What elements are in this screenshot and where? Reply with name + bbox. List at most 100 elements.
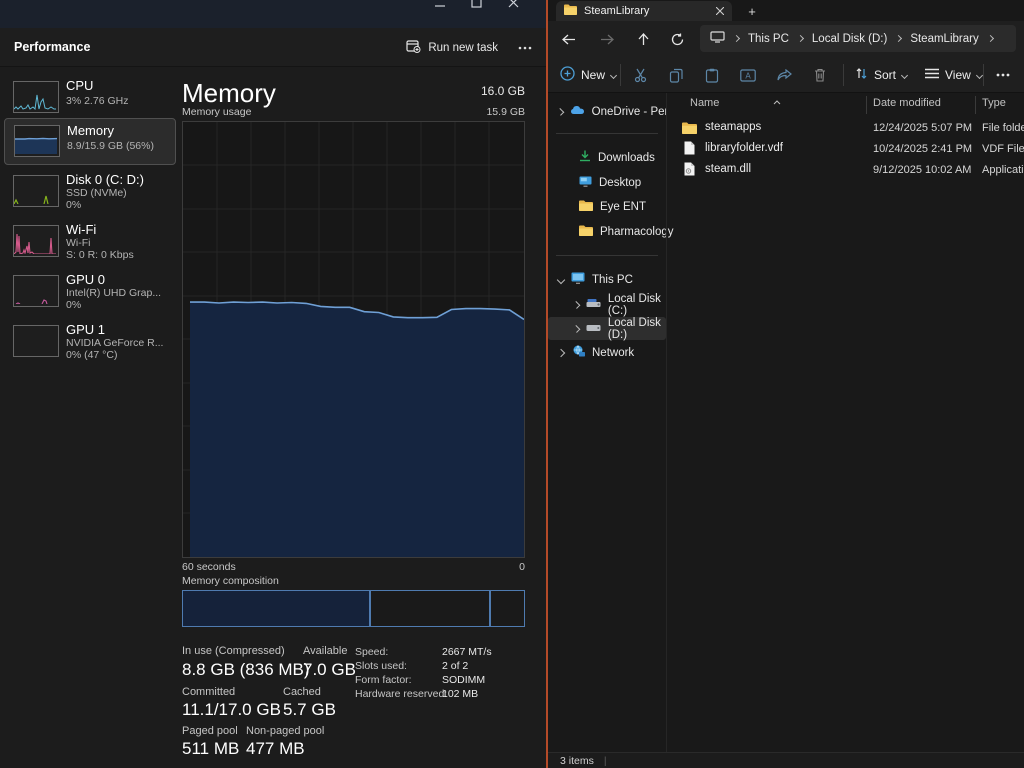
nav-item-this-pc[interactable]: This PC — [550, 268, 666, 291]
sidebar-item-disk0[interactable]: Disk 0 (C: D:) SSD (NVMe) 0% — [4, 168, 174, 213]
pane-divider[interactable] — [666, 93, 667, 752]
sidebar-item-wifi[interactable]: Wi-Fi Wi-Fi S: 0 R: 0 Kbps — [4, 218, 174, 263]
tab-close-icon[interactable] — [716, 2, 724, 20]
sidebar-item-gpu0[interactable]: GPU 0 Intel(R) UHD Grap... 0% — [4, 268, 174, 313]
memory-usage-max: 15.9 GB — [182, 106, 525, 118]
share-icon[interactable] — [771, 63, 797, 87]
toolbar-more-icon[interactable] — [990, 63, 1016, 87]
memory-usage-graph — [182, 121, 525, 558]
new-button-label: New — [581, 68, 605, 82]
maximize-icon[interactable] — [461, 0, 491, 11]
dll-file-icon — [684, 162, 695, 181]
run-new-task-label: Run new task — [428, 42, 498, 54]
graph-time-right: 0 — [182, 561, 525, 573]
nav-item-desktop[interactable]: Desktop — [550, 171, 666, 194]
cached-value: 5.7 GB — [283, 700, 336, 720]
sort-button[interactable]: Sort — [855, 62, 907, 88]
nav-local-disk-c-label: Local Disk (C:) — [608, 293, 666, 317]
speed-value: 2667 MT/s — [442, 646, 492, 658]
breadcrumb-separator-icon — [797, 35, 804, 42]
composition-inuse-segment[interactable] — [183, 591, 371, 626]
forward-icon[interactable] — [594, 28, 620, 50]
back-icon[interactable] — [556, 28, 582, 50]
nav-item-pharmacology[interactable]: Pharmacology — [550, 220, 666, 243]
sort-dropdown-icon — [901, 71, 908, 78]
toolbar-divider — [843, 64, 844, 86]
explorer-tab[interactable]: SteamLibrary — [556, 1, 732, 21]
file-icon — [684, 141, 695, 160]
new-tab-icon[interactable]: + — [742, 2, 762, 20]
nav-item-onedrive[interactable]: OneDrive - Persona — [550, 100, 666, 123]
file-date: 12/24/2025 5:07 PM — [873, 122, 972, 134]
nav-item-eye-ent[interactable]: Eye ENT — [550, 195, 666, 218]
nav-eye-ent-label: Eye ENT — [600, 201, 646, 213]
nav-item-network[interactable]: Network — [550, 341, 666, 364]
chevron-right-icon — [573, 301, 581, 309]
more-options-icon[interactable] — [514, 38, 536, 58]
memory-composition-label: Memory composition — [182, 575, 279, 587]
sidebar-wifi-sub: Wi-Fi — [66, 237, 91, 249]
sidebar-item-cpu[interactable]: CPU 3% 2.76 GHz — [4, 74, 174, 119]
tab-title: SteamLibrary — [584, 5, 709, 17]
hwreserved-value: 102 MB — [442, 688, 478, 700]
nav-divider — [556, 255, 658, 256]
refresh-icon[interactable] — [664, 28, 690, 50]
breadcrumb-steamlibrary[interactable]: SteamLibrary — [910, 33, 978, 45]
composition-free-segment[interactable] — [491, 591, 524, 626]
nav-item-downloads[interactable]: Downloads — [550, 146, 666, 169]
drive-c-icon — [586, 298, 601, 311]
nav-pharmacology-label: Pharmacology — [600, 226, 674, 238]
nav-divider — [556, 133, 658, 134]
folder-icon — [682, 121, 697, 139]
tm-titlebar — [0, 0, 546, 28]
paged-label: Paged pool — [182, 725, 238, 737]
paste-icon[interactable] — [699, 63, 725, 87]
rename-icon[interactable]: A — [735, 63, 761, 87]
view-dropdown-icon — [976, 71, 983, 78]
cut-icon[interactable] — [627, 63, 653, 87]
hwreserved-label: Hardware reserved: — [355, 688, 447, 700]
file-row-steamapps[interactable]: steamapps 12/24/2025 5:07 PM File folder — [667, 117, 1024, 138]
available-value: 7.0 GB — [303, 660, 356, 680]
desktop-icon — [579, 176, 592, 190]
close-icon[interactable] — [498, 0, 528, 11]
column-divider[interactable] — [975, 96, 976, 114]
column-header-type[interactable]: Type — [982, 97, 1006, 109]
nav-item-local-disk-c[interactable]: Local Disk (C:) — [550, 293, 666, 316]
sidebar-disk-sub: SSD (NVMe) — [66, 187, 127, 199]
formfactor-label: Form factor: — [355, 674, 412, 686]
nav-item-local-disk-d[interactable]: Local Disk (D:) — [548, 317, 666, 340]
file-row-libraryfolder[interactable]: libraryfolder.vdf 10/24/2025 2:41 PM VDF… — [667, 138, 1024, 159]
nav-network-label: Network — [592, 347, 634, 359]
wifi-mini-graph — [13, 225, 59, 257]
breadcrumb[interactable]: This PC Local Disk (D:) SteamLibrary — [700, 25, 1016, 52]
sidebar-item-memory[interactable]: Memory 8.9/15.9 GB (56%) — [4, 118, 176, 165]
new-button[interactable]: New — [560, 62, 616, 88]
sort-arrows-icon — [855, 67, 868, 83]
sidebar-gpu0-pct: 0% — [66, 299, 81, 311]
sidebar-gpu1-title: GPU 1 — [66, 322, 105, 337]
nav-onedrive-label: OneDrive - Persona — [592, 106, 666, 118]
column-header-name[interactable]: Name — [690, 97, 719, 109]
copy-icon[interactable] — [663, 63, 689, 87]
breadcrumb-this-pc[interactable]: This PC — [748, 33, 789, 45]
breadcrumb-local-disk-d[interactable]: Local Disk (D:) — [812, 33, 887, 45]
column-divider[interactable] — [866, 96, 867, 114]
minimize-icon[interactable] — [425, 0, 455, 11]
up-icon[interactable] — [630, 28, 656, 50]
delete-icon[interactable] — [807, 63, 833, 87]
column-header-date[interactable]: Date modified — [873, 97, 941, 109]
file-type: File folder — [982, 122, 1024, 134]
view-button[interactable]: View — [925, 62, 982, 88]
committed-value: 11.1/17.0 GB — [182, 700, 281, 720]
nonpaged-label: Non-paged pool — [246, 725, 324, 737]
sidebar-item-gpu1[interactable]: GPU 1 NVIDIA GeForce R... 0% (47 °C) — [4, 318, 174, 363]
file-type: Application — [982, 164, 1024, 176]
speed-label: Speed: — [355, 646, 388, 658]
file-row-steamdll[interactable]: steam.dll 9/12/2025 10:02 AM Application — [667, 159, 1024, 180]
folder-icon — [579, 200, 593, 214]
composition-standby-segment[interactable] — [371, 591, 491, 626]
run-new-task-button[interactable]: Run new task — [398, 36, 506, 60]
toolbar-divider — [983, 64, 984, 86]
paged-value: 511 MB — [182, 739, 239, 759]
